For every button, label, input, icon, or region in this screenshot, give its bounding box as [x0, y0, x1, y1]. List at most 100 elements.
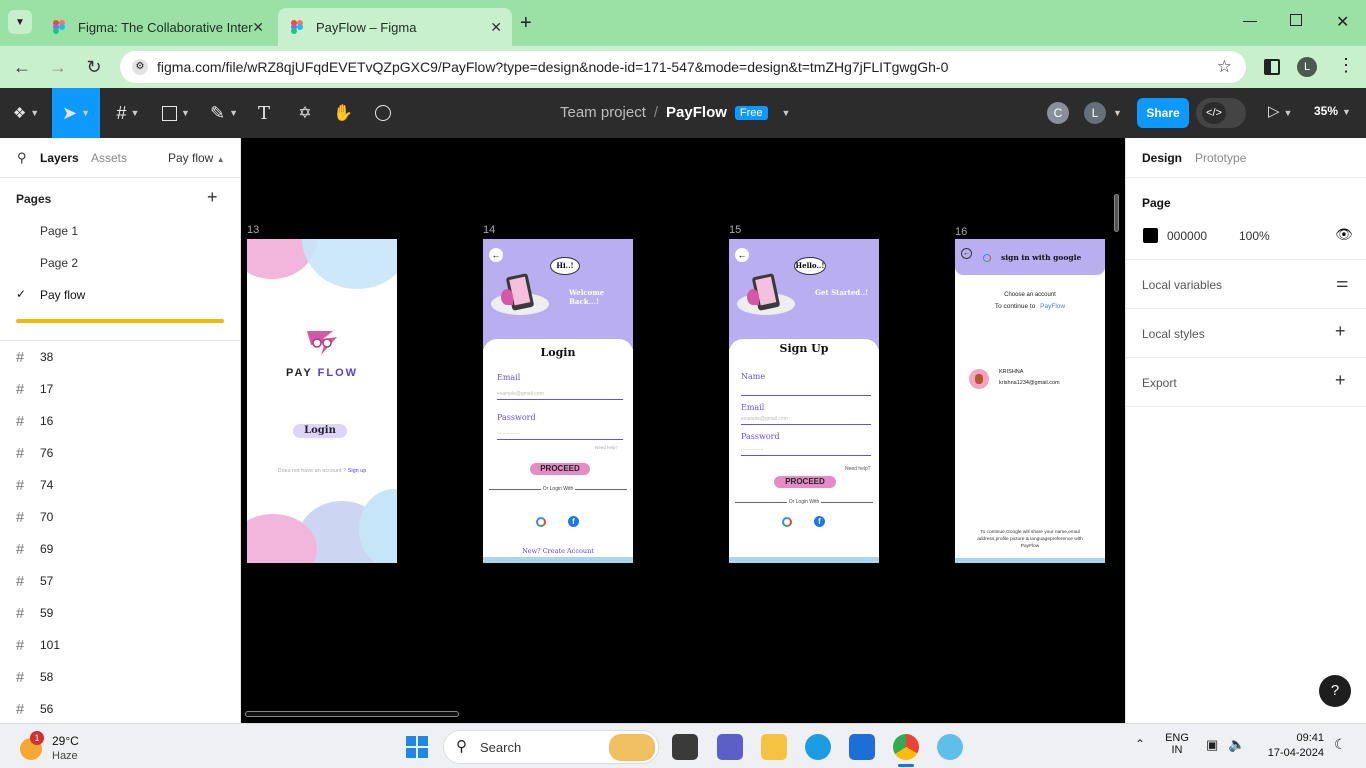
create-account-link[interactable]: New? Create Account	[483, 547, 633, 555]
google-signin-frame[interactable]: ← sign in with google Choose an account …	[955, 239, 1105, 563]
tab-payflow[interactable]: PayFlow – Figma ✕	[278, 8, 512, 46]
avatar[interactable]: L	[1084, 102, 1106, 124]
tab-prototype[interactable]: Prototype	[1195, 151, 1246, 165]
layer-row[interactable]: #74	[0, 469, 240, 501]
present-button[interactable]: ▷ ▼	[1268, 102, 1292, 120]
tab-layers[interactable]: Layers	[40, 151, 79, 165]
restore-button[interactable]	[1290, 14, 1302, 26]
horizontal-scrollbar[interactable]	[245, 711, 459, 717]
search-icon[interactable]: ⚲	[17, 150, 27, 166]
frame-label[interactable]: 15	[729, 224, 741, 236]
moon-icon[interactable]: ☾	[1334, 736, 1347, 753]
site-settings-icon[interactable]: ⚙	[132, 59, 148, 75]
pen-tool-button[interactable]: ✎ ▼	[204, 88, 244, 138]
profile-avatar[interactable]: L	[1297, 57, 1317, 77]
share-button[interactable]: Share	[1137, 98, 1189, 128]
help-button[interactable]: ?	[1319, 675, 1351, 707]
resources-button[interactable]: ✡	[292, 88, 318, 138]
password-field[interactable]: ................	[741, 446, 871, 456]
file-explorer-icon[interactable]	[761, 734, 787, 760]
tab-search-button[interactable]: ▼	[8, 10, 32, 34]
email-field[interactable]: example@gmail.com	[741, 416, 871, 425]
weather-widget[interactable]: 1 29°C Haze	[18, 730, 118, 764]
name-field[interactable]	[741, 387, 871, 396]
color-hex-input[interactable]: 000000	[1167, 229, 1207, 243]
layer-row[interactable]: #70	[0, 501, 240, 533]
login-button[interactable]: Login	[293, 424, 347, 438]
back-arrow-icon[interactable]: ←	[961, 248, 972, 259]
add-page-button[interactable]: +	[207, 187, 218, 208]
frame-label[interactable]: 14	[483, 224, 495, 236]
frame-tool-button[interactable]: # ▼	[108, 88, 148, 138]
layer-row[interactable]: #69	[0, 533, 240, 565]
start-button[interactable]	[406, 736, 428, 758]
bookmark-star-icon[interactable]: ☆	[1217, 57, 1232, 77]
chrome-icon[interactable]	[893, 734, 919, 760]
close-window-button[interactable]: ✕	[1336, 12, 1349, 32]
tab-figma-home[interactable]: Figma: The Collaborative Inter ✕	[40, 8, 274, 46]
design-canvas[interactable]: 13 PAY FLOW Login Does not have an accou…	[241, 138, 1125, 723]
clock[interactable]: 09:41 17-04-2024	[1262, 732, 1324, 759]
account-row[interactable]: KRISHNA krishna1234@gmail.com	[969, 367, 1099, 391]
url-field[interactable]: ⚙ figma.com/file/wRZ8qjUFqdEVETvQZpGXC9/…	[120, 51, 1246, 83]
facebook-icon[interactable]: f	[568, 516, 579, 527]
chevron-up-icon[interactable]: ⌃	[1135, 737, 1145, 751]
back-arrow-icon[interactable]: ←	[735, 248, 749, 262]
google-icon[interactable]	[536, 517, 546, 527]
signup-frame[interactable]: ← Hello..! Get Started..! Sign Up Name E…	[729, 239, 879, 563]
sliders-icon[interactable]: ⚌	[1336, 274, 1349, 291]
close-icon[interactable]: ✕	[252, 19, 264, 36]
move-tool-button[interactable]: ➤ ▼	[52, 88, 100, 138]
proceed-button[interactable]: PROCEED	[774, 476, 836, 488]
layer-row[interactable]: #56	[0, 693, 240, 725]
page-item-pay-flow[interactable]: Pay flow	[40, 288, 85, 302]
reload-icon[interactable]: ↻	[83, 57, 105, 78]
page-item-2[interactable]: Page 2	[40, 256, 78, 270]
page-selector[interactable]: Pay flow ▲	[168, 151, 225, 165]
opacity-input[interactable]: 100%	[1239, 229, 1270, 243]
tab-design[interactable]: Design	[1142, 151, 1182, 165]
volume-icon[interactable]: 🔈	[1228, 736, 1245, 753]
splash-frame[interactable]: PAY FLOW Login Does not have an account …	[247, 239, 397, 563]
color-swatch[interactable]	[1143, 228, 1158, 243]
pages-resize-handle[interactable]	[16, 319, 224, 323]
password-field[interactable]: ................	[497, 430, 623, 440]
layer-row[interactable]: #38	[0, 341, 240, 373]
local-variables-section[interactable]: Local variables ⚌	[1126, 260, 1366, 309]
new-tab-button[interactable]: +	[520, 12, 532, 35]
export-section[interactable]: Export +	[1126, 358, 1366, 407]
plus-icon[interactable]: +	[1335, 370, 1346, 391]
dev-mode-toggle[interactable]: </>	[1196, 98, 1246, 128]
facebook-icon[interactable]: f	[814, 516, 825, 527]
taskbar-search[interactable]: ⚲ Search	[443, 730, 659, 764]
close-icon[interactable]: ✕	[490, 19, 502, 36]
layer-row[interactable]: #16	[0, 405, 240, 437]
paint-icon[interactable]	[937, 734, 963, 760]
store-icon[interactable]	[849, 734, 875, 760]
file-name[interactable]: PayFlow	[666, 104, 727, 121]
side-panel-icon[interactable]	[1264, 59, 1280, 75]
shape-tool-button[interactable]: ▼	[156, 88, 196, 138]
layer-row[interactable]: #57	[0, 565, 240, 597]
zoom-menu[interactable]: 35% ▼	[1314, 104, 1351, 118]
google-icon[interactable]	[782, 517, 792, 527]
hand-tool-button[interactable]: ✋	[330, 88, 356, 138]
plan-badge[interactable]: Free	[734, 105, 768, 120]
plus-icon[interactable]: +	[1335, 321, 1346, 342]
edge-icon[interactable]	[805, 734, 831, 760]
signup-link[interactable]: Sign up	[348, 468, 367, 474]
eye-icon[interactable]: 👁	[1335, 226, 1353, 243]
frame-label[interactable]: 16	[955, 226, 967, 238]
page-item-1[interactable]: Page 1	[40, 224, 78, 238]
layer-row[interactable]: #76	[0, 437, 240, 469]
frame-label[interactable]: 13	[247, 224, 259, 236]
more-menu-icon[interactable]: ⋮	[1337, 55, 1355, 76]
forward-arrow-icon[interactable]: →	[47, 57, 69, 78]
back-arrow-icon[interactable]: ←	[489, 248, 503, 262]
local-styles-section[interactable]: Local styles +	[1126, 309, 1366, 358]
language-indicator[interactable]: ENG IN	[1165, 732, 1189, 756]
chevron-down-icon[interactable]: ▼	[782, 108, 791, 118]
chevron-down-icon[interactable]: ▼	[1113, 108, 1122, 118]
tab-assets[interactable]: Assets	[91, 151, 127, 165]
login-frame[interactable]: ← Hi..! Welcome Back...! Login Email exa…	[483, 239, 633, 563]
